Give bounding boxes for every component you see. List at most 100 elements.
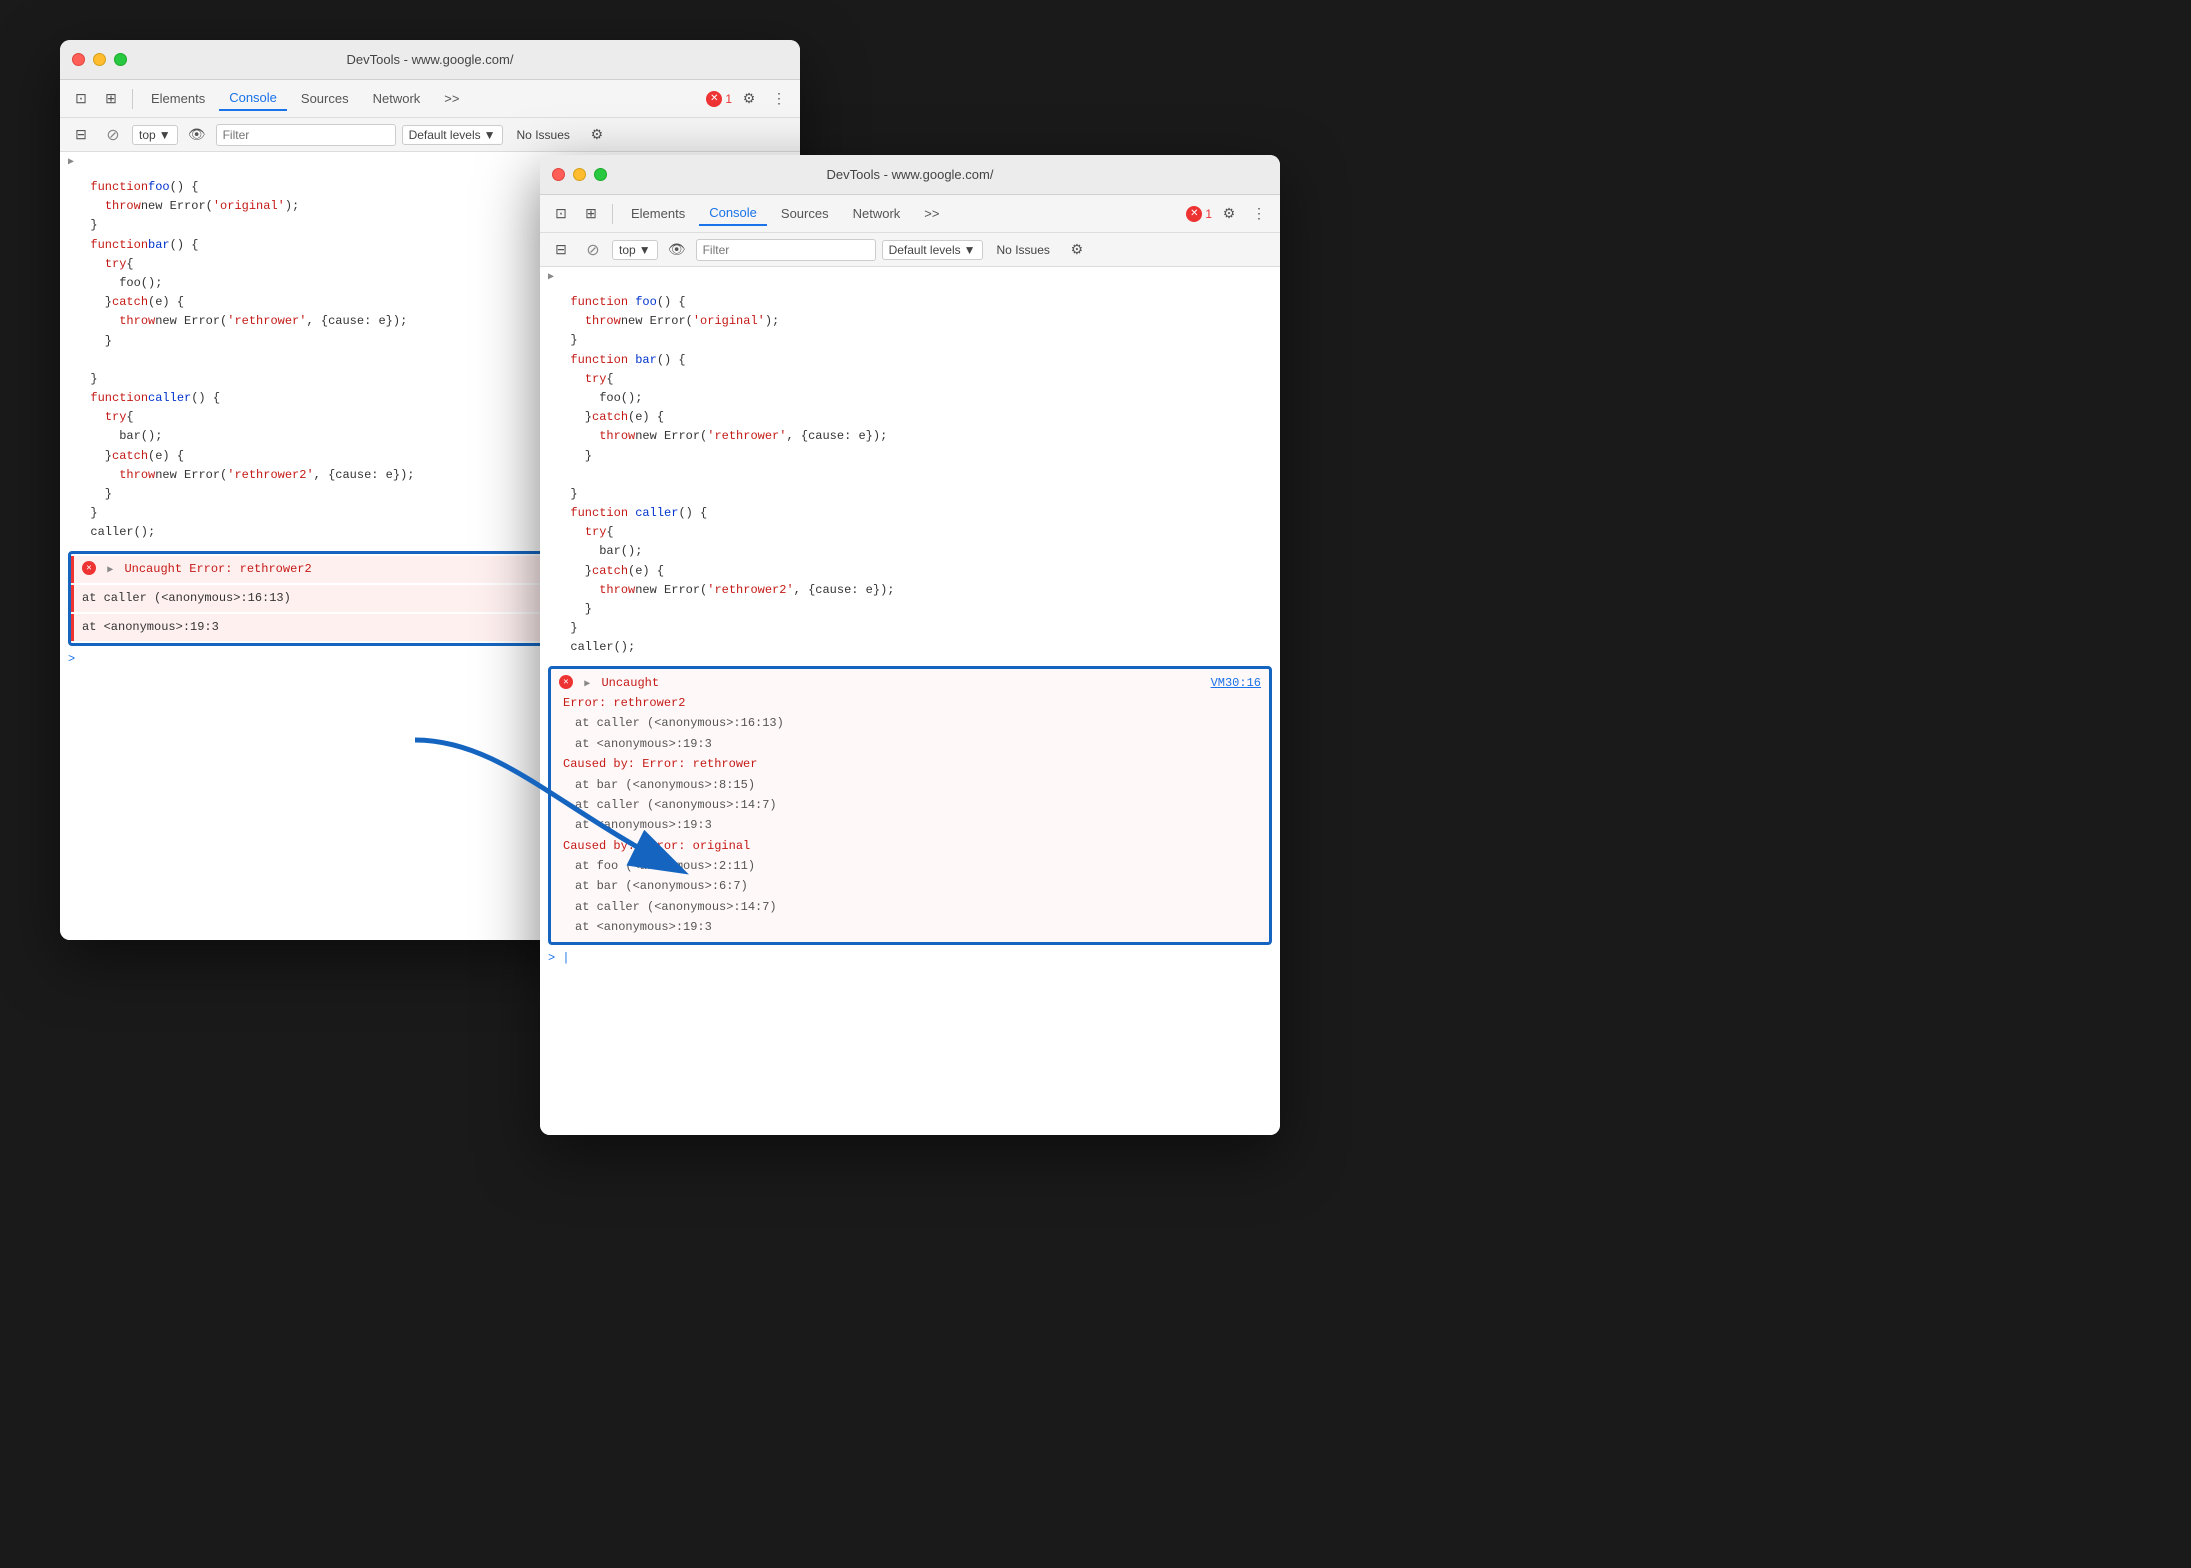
error-badge-back: ✕ (706, 91, 722, 107)
tab-elements-back[interactable]: Elements (141, 87, 215, 110)
window-title-front: DevTools - www.google.com/ (827, 167, 994, 182)
tab-elements-front[interactable]: Elements (621, 202, 695, 225)
f-code-line-3: } (548, 331, 1272, 350)
f-code-line-9: } (548, 447, 1272, 466)
error-expand-back[interactable]: ▶ (107, 565, 113, 576)
error-main-back: Uncaught Error: rethrower2 (124, 562, 311, 576)
title-bar-front: DevTools - www.google.com/ (540, 155, 1280, 195)
chevron-icon-levels-back: ▼ (484, 128, 496, 142)
window-title-back: DevTools - www.google.com/ (347, 52, 514, 67)
sidebar-icon-front[interactable]: ⊟ (548, 237, 574, 263)
f-code-line-5: try { (548, 370, 1272, 389)
more-icon-front[interactable]: ⋮ (1246, 201, 1272, 227)
device-icon-front[interactable]: ⊞ (578, 201, 604, 227)
default-levels-back[interactable]: Default levels ▼ (402, 125, 503, 145)
error-detail-line-0: Error: rethrower2 (559, 693, 1261, 713)
traffic-lights-front (552, 168, 607, 181)
prompt-front[interactable]: > | (540, 949, 1280, 967)
traffic-lights-back (72, 53, 127, 66)
inspect-icon[interactable]: ⊡ (68, 86, 94, 112)
error-header-text: Uncaught (601, 676, 659, 690)
maximize-button-front[interactable] (594, 168, 607, 181)
error-detail-line-1: at caller (<anonymous>:16:13) (559, 713, 1261, 733)
f-code-line-13: try { (548, 523, 1272, 542)
title-bar-back: DevTools - www.google.com/ (60, 40, 800, 80)
close-button-back[interactable] (72, 53, 85, 66)
top-dropdown-front[interactable]: top ▼ (612, 240, 658, 260)
error-caused-2-line-3: at caller (<anonymous>:14:7) (559, 897, 1261, 917)
settings-icon-front[interactable]: ⚙ (1216, 201, 1242, 227)
error-caused-2-line-2: at bar (<anonymous>:6:7) (559, 876, 1261, 896)
f-code-line-1: function foo() { (548, 293, 1272, 312)
error-icon-front: ✕ (559, 675, 573, 689)
expand-icon-front[interactable]: ▶ (548, 271, 554, 283)
error-count-back[interactable]: ✕ 1 (706, 91, 732, 107)
tab-network-front[interactable]: Network (843, 202, 911, 225)
settings-icon-back[interactable]: ⚙ (736, 86, 762, 112)
f-code-line-17: } (548, 600, 1272, 619)
close-button-front[interactable] (552, 168, 565, 181)
tabs-toolbar-front: ⊡ ⊞ Elements Console Sources Network >> … (540, 195, 1280, 233)
clear-icon-back[interactable]: ⊘ (100, 122, 126, 148)
error-detail-header: ✕ ▶ Uncaught VM30:16 (559, 673, 1261, 693)
error-caused-2-line-1: at foo (<anonymous>:2:11) (559, 856, 1261, 876)
tab-console-back[interactable]: Console (219, 86, 287, 111)
tab-more-back[interactable]: >> (434, 87, 469, 110)
minimize-button-front[interactable] (573, 168, 586, 181)
no-issues-back[interactable]: No Issues (509, 126, 578, 144)
vm-link[interactable]: VM30:16 (1211, 673, 1261, 693)
chevron-icon-levels-front: ▼ (964, 243, 976, 257)
f-code-line-14: bar(); (548, 542, 1272, 561)
default-levels-front[interactable]: Default levels ▼ (882, 240, 983, 260)
filter-input-back[interactable] (216, 124, 396, 146)
error-expand-front[interactable]: ▶ (584, 679, 590, 690)
code-expand-arrow-front[interactable]: ▶ (540, 271, 1280, 289)
eye-icon-back[interactable]: 👁 (184, 122, 210, 148)
tab-network-back[interactable]: Network (363, 87, 431, 110)
console-content-front: ▶ function foo() { throw new Error('orig… (540, 267, 1280, 1135)
clear-icon-front[interactable]: ⊘ (580, 237, 606, 263)
error-caused-2-line-4: at <anonymous>:19:3 (559, 917, 1261, 937)
error-caused-2: Caused by: Error: original (559, 836, 1261, 856)
error-caused-1-line-3: at <anonymous>:19:3 (559, 815, 1261, 835)
tab-sources-back[interactable]: Sources (291, 87, 359, 110)
error-count-front[interactable]: ✕ 1 (1186, 206, 1212, 222)
error-detail-line-2: at <anonymous>:19:3 (559, 734, 1261, 754)
f-code-line-8: throw new Error('rethrower', {cause: e})… (548, 427, 1272, 446)
no-issues-front[interactable]: No Issues (989, 241, 1058, 259)
eye-icon-front[interactable]: 👁 (664, 237, 690, 263)
expand-icon[interactable]: ▶ (68, 156, 74, 168)
error-caused-1: Caused by: Error: rethrower (559, 754, 1261, 774)
separator-1-front (612, 204, 613, 224)
top-dropdown-back[interactable]: top ▼ (132, 125, 178, 145)
tab-sources-front[interactable]: Sources (771, 202, 839, 225)
separator-1 (132, 89, 133, 109)
devtools-window-front: DevTools - www.google.com/ ⊡ ⊞ Elements … (540, 155, 1280, 1135)
error-caused-1-line-1: at bar (<anonymous>:8:15) (559, 775, 1261, 795)
console-toolbar-back: ⊟ ⊘ top ▼ 👁 Default levels ▼ No Issues ⚙ (60, 118, 800, 152)
f-code-line-7: } catch (e) { (548, 408, 1272, 427)
settings-icon-console-front[interactable]: ⚙ (1064, 237, 1090, 263)
chevron-icon-back: ▼ (159, 128, 171, 142)
f-code-line-4: function bar() { (548, 351, 1272, 370)
f-code-line-10 (548, 466, 1272, 485)
f-code-line-11: } (548, 485, 1272, 504)
tabs-toolbar-back: ⊡ ⊞ Elements Console Sources Network >> … (60, 80, 800, 118)
tab-console-front[interactable]: Console (699, 201, 767, 226)
more-icon-back[interactable]: ⋮ (766, 86, 792, 112)
error-icon-back: ✕ (82, 561, 96, 575)
inspect-icon-front[interactable]: ⊡ (548, 201, 574, 227)
f-code-line-2: throw new Error('original'); (548, 312, 1272, 331)
sidebar-icon-back[interactable]: ⊟ (68, 122, 94, 148)
error-caused-1-line-2: at caller (<anonymous>:14:7) (559, 795, 1261, 815)
code-section-front: function foo() { throw new Error('origin… (540, 289, 1280, 662)
tab-more-front[interactable]: >> (914, 202, 949, 225)
device-icon[interactable]: ⊞ (98, 86, 124, 112)
error-detail-box-front: ✕ ▶ Uncaught VM30:16 Error: rethrower2 a… (548, 666, 1272, 945)
chevron-icon-front: ▼ (639, 243, 651, 257)
filter-input-front[interactable] (696, 239, 876, 261)
maximize-button-back[interactable] (114, 53, 127, 66)
settings-icon-console-back[interactable]: ⚙ (584, 122, 610, 148)
minimize-button-back[interactable] (93, 53, 106, 66)
error-detail-left: ✕ ▶ Uncaught (559, 673, 659, 693)
